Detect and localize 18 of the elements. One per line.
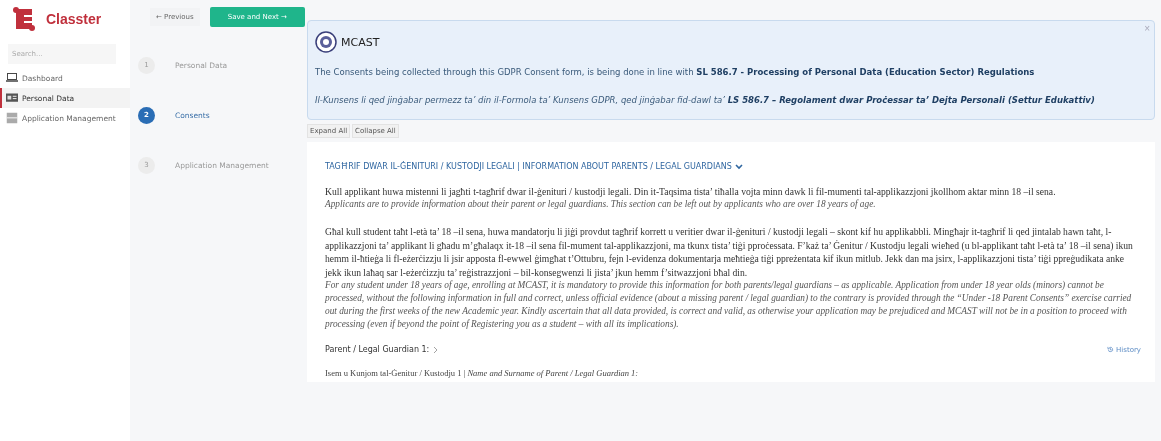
paragraph: Għal kull student taħt l-età ta’ 18 –il sena, huwa mandatorju li jiġi provdut tagħrif korrett u veritier dwar il-ġenituri / kustodji legali – skont kif hu applikabbli. Mingħajr it-tagħrif li qed jintalab hawn taħt, l-applikazzjoni ta’ applikant li għadu m’għalaqx it-18 –il sena fil-mument tal-applikazzjoni, ma tkunx tista’ tiġi pproċessata. F’każ ta’ Ġenitur / Kustodju legali wieħed (u bl-applikant taħt l-età ta’ 18 –il sena) ikun hemm il-ħtieġa li fl-eżerċizzju li jsir apposta fl-ewwel ġimgħat t’Ottubru, fejn l-evidenza dokumentarja meħtieġa tiġi ppreżentata kif ikun mitlub. Jekk dan ma jsirx, l-applikazzjoni tista’ tiġi ppreġudikata anke jekk ikun laħaq sar l-eżerċizzju ta’ reġistrazzjoni – bil-konsegwenzi li jista’ jkun hemm f’sitwazzjoni bħal din. <box>325 225 1134 280</box>
paragraph: Kull applikant huwa mistenni li jagħti t-tagħrif dwar il-ġenituri / kustodji legali. Din it-Taqsima tista’ tiħalla vojta minn dawk li fil-mumenti tal-applikazzjoni jkollhom aktar minn 18 –il sena. <box>325 185 1057 199</box>
form-icon <box>6 112 18 124</box>
chevron-icon <box>734 163 743 170</box>
paragraph: For any student under 18 years of age, enrolling at MCAST, it is mandatory to provide this information for both parents/legal guardians – as applicable. Application from under 18 year olds (minors) cannot be processed, without the following information in full and correct, unless official evidence (about a missing parent / legal guardian) to the contrary is provided through the “Under -18 Parent Consents” exercise carried out during the first weeks of the new Academic year. Kindly ascertain that all data provided, is correct and valid, as otherwise your application may be prejudiced and MCAST will not be in a position to proceed with processing (even if beyond the point of Registering you as a student – with all its implications). <box>325 279 1133 332</box>
alert-text: Il-Kunsens li qed jinġabar permezz ta’ din il-Formola ta’ Kunsens GDPR, qed jinġabar fid-dawl ta’ LS 586.7 – Regolament dwar Proċessar ta’ Dejta Personali (Settur Edukattiv) <box>315 95 1096 105</box>
id-card-icon <box>6 92 18 104</box>
logo-icon <box>12 6 36 32</box>
monitor-icon <box>6 72 18 84</box>
alert-text: The Consents being collected through this GDPR Consent form, is being done in line with SL 586.7 - Processing of Personal Data (Education Sector) Regulations <box>315 67 1036 77</box>
alert-title: MCAST <box>341 35 380 49</box>
seal-icon <box>315 31 337 53</box>
logo-text: Classter <box>46 11 102 27</box>
field-label: Isem u Kunjom tal-Ġenitur / Kustodju 1 | Name and Surname of Parent / Legal Guardian 1: <box>325 368 640 379</box>
guardian-heading[interactable]: Parent / Legal Guardian 1: <box>325 345 441 355</box>
history-icon <box>1107 346 1115 354</box>
section-heading[interactable]: TAGĦRIF DWAR IL-ĠENITURI / KUSTODJI LEGALI | INFORMATION ABOUT PARENTS / LEGAL GUARDIANS <box>325 162 743 171</box>
paragraph: Applicants are to provide information about their parent or legal guardians. This section can be left out by applicants who are over 18 years of age. <box>325 198 877 212</box>
